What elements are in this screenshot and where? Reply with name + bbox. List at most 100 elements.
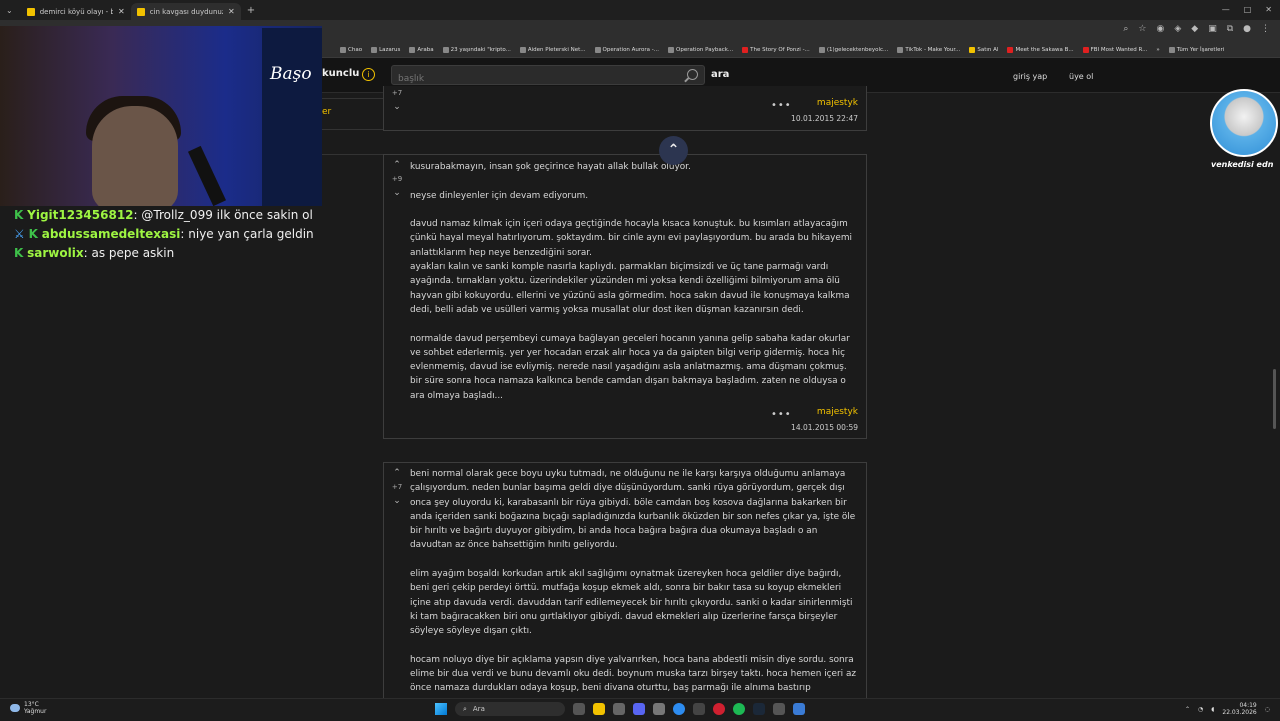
star-icon[interactable]: ☆ xyxy=(1138,24,1146,34)
clock[interactable]: 04:19 22.03.2026 xyxy=(1222,702,1256,716)
chat-message: K sarwolix: as pepe askin xyxy=(14,244,324,263)
search-button[interactable]: ara xyxy=(711,69,729,80)
network-icon[interactable]: ◔ xyxy=(1198,706,1203,713)
app-icon[interactable] xyxy=(773,703,785,715)
browser-titlebar: ⌄ demirci köyü olayı - başlığı açan... ✕… xyxy=(0,0,1280,20)
new-tab-icon[interactable]: + xyxy=(247,5,255,16)
bookmark-item[interactable]: Araba xyxy=(409,46,434,53)
signup-link[interactable]: üye ol xyxy=(1069,72,1093,81)
close-window-button[interactable]: ✕ xyxy=(1265,5,1272,14)
chat-message: ⚔ K abdussamedeltexasi: niye yan çarla g… xyxy=(14,225,324,244)
bookmark-item[interactable]: FBI Most Wanted R... xyxy=(1082,46,1147,53)
app-icon[interactable] xyxy=(653,703,665,715)
menu-icon[interactable]: ⋮ xyxy=(1261,24,1270,34)
tray-chevron-icon[interactable]: ⌃ xyxy=(1185,706,1190,713)
left-sidebar-item[interactable] xyxy=(322,128,384,155)
entry-author[interactable]: majestyk xyxy=(817,98,858,108)
chat-badge-icon: K xyxy=(14,208,24,222)
chat-username: sarwolix xyxy=(27,246,84,260)
entry-content: beni normal olarak gece boyu uyku tutmad… xyxy=(410,467,860,710)
bookmarks-overflow-icon[interactable]: » xyxy=(1156,47,1159,53)
bookmark-item[interactable]: Lazarus xyxy=(371,46,400,53)
chrome-icon[interactable] xyxy=(673,703,685,715)
tiktok-icon xyxy=(897,46,904,53)
weather-widget[interactable]: 13°C Yağmur xyxy=(10,701,46,715)
app-icon[interactable] xyxy=(713,703,725,715)
site-logo[interactable]: kunclu xyxy=(322,68,359,79)
file-explorer-icon[interactable] xyxy=(593,703,605,715)
discord-icon[interactable] xyxy=(633,703,645,715)
windows-start-icon[interactable] xyxy=(435,703,447,715)
upvote-icon[interactable]: ⌃ xyxy=(391,158,403,172)
spotify-icon[interactable] xyxy=(733,703,745,715)
entry-content: kusurabakmayın, insan şok geçirince haya… xyxy=(410,160,860,417)
info-icon[interactable]: i xyxy=(362,68,375,81)
youtube-icon xyxy=(742,46,749,53)
minimize-button[interactable]: — xyxy=(1222,5,1230,14)
app-icon[interactable] xyxy=(693,703,705,715)
entry-card: ⌃ +7 ⌄ beni normal olarak gece boyu uyku… xyxy=(383,462,867,702)
notification-icon[interactable]: ◌ xyxy=(1265,706,1270,713)
chat-message: K Yigit123456812: @Trollz_099 ilk önce s… xyxy=(14,206,324,225)
chat-text: : niye yan çarla geldin xyxy=(180,227,314,241)
browser-tab-1[interactable]: demirci köyü olayı - başlığı açan... ✕ xyxy=(21,3,131,20)
bookmark-item[interactable]: Satın Al xyxy=(969,46,998,53)
stream-chat: K Yigit123456812: @Trollz_099 ilk önce s… xyxy=(14,206,324,263)
extension-icon[interactable]: ◆ xyxy=(1191,24,1198,34)
entry-paragraph: hocam noluyo diye bir açıklama yapsın di… xyxy=(410,654,857,694)
more-options-icon[interactable]: ••• xyxy=(771,100,792,111)
page-scrollbar[interactable] xyxy=(1273,369,1276,429)
scroll-top-button[interactable]: ⌃ xyxy=(659,136,688,165)
entry-date[interactable]: 14.01.2015 00:59 xyxy=(791,423,858,432)
bookmark-item[interactable]: TikTok - Make Your... xyxy=(897,46,960,53)
vote-count: +7 xyxy=(391,483,403,491)
more-options-icon[interactable]: ••• xyxy=(771,409,792,420)
search-icon[interactable] xyxy=(687,69,698,80)
app-icon[interactable] xyxy=(793,703,805,715)
browser-tab-2[interactable]: cin kavgası duydunuz mu hiç - ... ✕ xyxy=(130,3,241,20)
tab-close-icon[interactable]: ✕ xyxy=(228,7,235,16)
tab-favicon-icon xyxy=(26,7,35,16)
entry-author[interactable]: majestyk xyxy=(817,407,858,417)
all-bookmarks-item[interactable]: Tüm Yer İşaretleri xyxy=(1168,46,1224,53)
app-icon[interactable] xyxy=(613,703,625,715)
left-sidebar-label: er xyxy=(322,107,332,117)
bookmark-item[interactable]: 23 yaşındaki "kripto... xyxy=(442,46,511,53)
bookmark-item[interactable]: Operation Aurora -... xyxy=(594,46,659,53)
maximize-button[interactable]: □ xyxy=(1244,5,1252,14)
puzzle-icon[interactable]: ⧉ xyxy=(1227,24,1233,34)
tab-list-icon[interactable]: ⌄ xyxy=(6,6,13,15)
zoom-icon[interactable]: ⌕ xyxy=(1123,24,1128,34)
bookmark-item[interactable]: The Story Of Ponzi -... xyxy=(742,46,810,53)
chat-badge-icon: K xyxy=(14,246,24,260)
os-taskbar: 13°C Yağmur ⌕ Ara ⌃ ◔ ◖ 04:19 22.03.2026… xyxy=(0,698,1280,721)
extension-icon[interactable]: ◉ xyxy=(1156,24,1164,34)
upvote-icon[interactable]: ⌃ xyxy=(391,466,403,480)
volume-icon[interactable]: ◖ xyxy=(1211,706,1214,713)
bookmark-item[interactable]: Meet the Sakawa B... xyxy=(1007,46,1074,53)
bookmark-item[interactable]: Chao xyxy=(340,46,362,53)
downvote-icon[interactable]: ⌄ xyxy=(391,494,403,508)
bookmark-item[interactable]: Operation Payback... xyxy=(668,46,733,53)
entry-date[interactable]: 10.01.2015 22:47 xyxy=(791,114,858,123)
search-box xyxy=(391,65,705,88)
site-icon xyxy=(668,46,675,53)
tab-favicon-icon xyxy=(136,7,145,16)
downvote-icon[interactable]: ⌄ xyxy=(391,100,403,114)
tab-close-icon[interactable]: ✕ xyxy=(118,7,125,16)
site-icon xyxy=(969,46,976,53)
steam-icon[interactable] xyxy=(753,703,765,715)
downvote-icon[interactable]: ⌄ xyxy=(391,186,403,200)
bookmark-item[interactable]: Aiden Pleterski Net... xyxy=(519,46,586,53)
taskbar-search[interactable]: ⌕ Ara xyxy=(455,702,565,716)
tab-title: cin kavgası duydunuz mu hiç - ... xyxy=(149,7,223,16)
left-sidebar-item[interactable] xyxy=(322,98,384,130)
extension-icon[interactable]: ◈ xyxy=(1174,24,1181,34)
extension-icon[interactable]: ▣ xyxy=(1208,24,1217,34)
task-view-icon[interactable] xyxy=(573,703,585,715)
login-link[interactable]: giriş yap xyxy=(1013,72,1047,81)
entry-paragraph: beni normal olarak gece boyu uyku tutmad… xyxy=(410,469,856,551)
bookmark-item[interactable]: (1)gelecektenbeyolc... xyxy=(818,46,888,53)
weather-desc: Yağmur xyxy=(24,708,47,715)
profile-icon[interactable]: ● xyxy=(1243,24,1251,34)
